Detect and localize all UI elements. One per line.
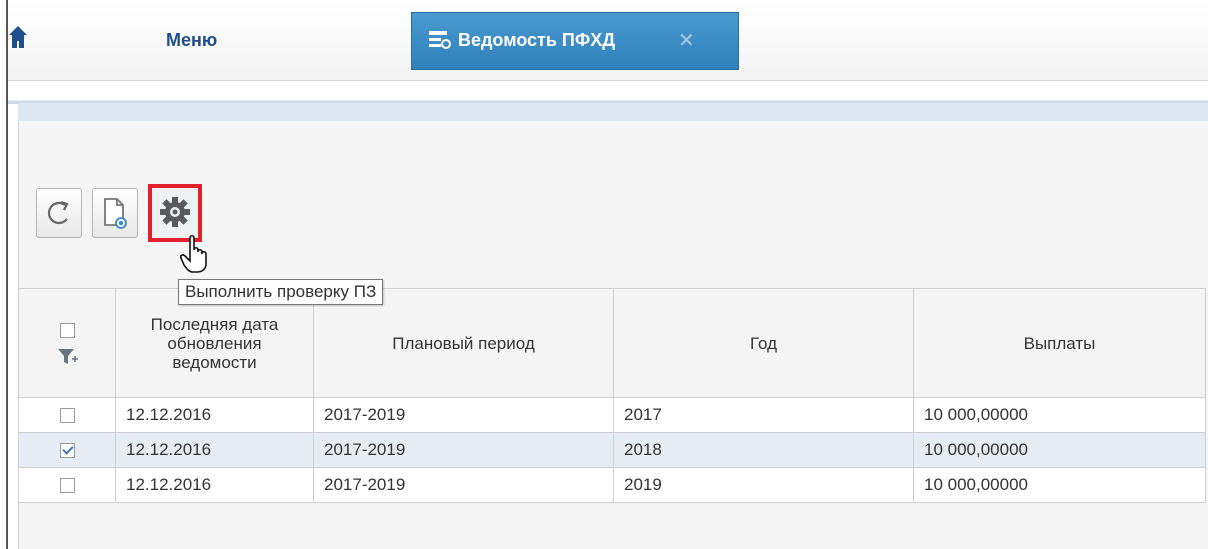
- preview-button[interactable]: [92, 188, 138, 238]
- cell-payments: 10 000,00000: [913, 467, 1206, 503]
- cell-date: 12.12.2016: [115, 397, 314, 433]
- refresh-button[interactable]: [36, 188, 82, 238]
- cell-year: 2017: [613, 397, 914, 433]
- cell-period: 2017-2019: [313, 467, 614, 503]
- row-checkbox[interactable]: [59, 478, 75, 494]
- tab-menu[interactable]: Меню: [166, 30, 217, 51]
- close-tab-icon[interactable]: ✕: [678, 28, 695, 53]
- grid-settings-icon: [429, 31, 451, 49]
- cell-date: 12.12.2016: [115, 467, 314, 503]
- cell-period: 2017-2019: [313, 397, 614, 433]
- select-all-checkbox[interactable]: [59, 322, 75, 338]
- table-row[interactable]: 12.12.2016 2017-2019 2018 10 000,00000: [18, 432, 1206, 468]
- app-window: Меню Ведомость ПФХД ✕ Последняя дата обн…: [6, 0, 1208, 549]
- data-table: Последняя дата обновления ведомости План…: [18, 288, 1206, 503]
- table-row[interactable]: 12.12.2016 2017-2019 2017 10 000,00000: [18, 397, 1206, 433]
- table-row[interactable]: 12.12.2016 2017-2019 2019 10 000,00000: [18, 467, 1206, 503]
- hand-cursor-icon: [180, 234, 207, 273]
- column-header-payments[interactable]: Выплаты: [913, 288, 1206, 398]
- panel-header: [18, 103, 1208, 121]
- document-preview-icon: [104, 198, 127, 229]
- cell-year: 2019: [613, 467, 914, 503]
- home-icon[interactable]: [8, 24, 28, 50]
- cell-date: 12.12.2016: [115, 432, 314, 468]
- tab-bar: Меню Ведомость ПФХД ✕: [8, 0, 1208, 81]
- cell-year: 2018: [613, 432, 914, 468]
- cell-payments: 10 000,00000: [913, 432, 1206, 468]
- select-all-header: [18, 288, 116, 398]
- tab-vedomost-pfhd[interactable]: Ведомость ПФХД ✕: [411, 12, 739, 70]
- row-checkbox[interactable]: [59, 408, 75, 424]
- cell-payments: 10 000,00000: [913, 397, 1206, 433]
- column-header-year[interactable]: Год: [613, 288, 914, 398]
- gear-icon: [160, 197, 190, 227]
- tab-label: Ведомость ПФХД: [458, 30, 616, 50]
- filter-add-icon[interactable]: [56, 345, 78, 367]
- cell-period: 2017-2019: [313, 432, 614, 468]
- row-checkbox[interactable]: [59, 443, 75, 459]
- refresh-icon: [47, 200, 69, 225]
- tooltip-run-check: Выполнить проверку ПЗ: [178, 279, 384, 305]
